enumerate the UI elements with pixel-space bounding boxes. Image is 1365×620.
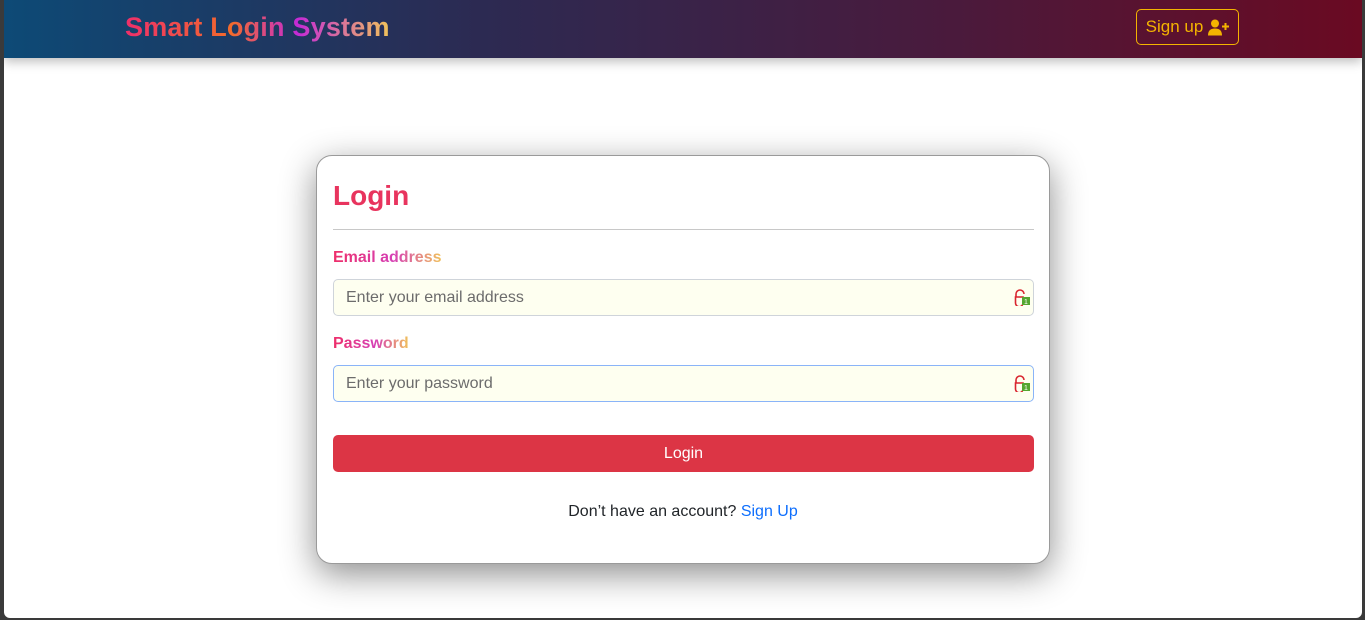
navbar: Smart Login System Sign up [4,0,1362,58]
divider [333,229,1034,230]
signup-button[interactable]: Sign up [1136,9,1239,45]
email-field[interactable] [333,279,1034,316]
signup-prompt-text: Don’t have an account? [568,503,737,520]
signup-button-label: Sign up [1145,17,1204,36]
password-manager-icon[interactable]: 1 [1013,374,1031,392]
brand-title[interactable]: Smart Login System [125,12,390,43]
svg-text:1: 1 [1024,385,1028,392]
login-button[interactable]: Login [333,435,1034,472]
svg-text:1: 1 [1024,299,1028,306]
email-field-wrapper: 1 [333,279,1034,316]
signup-prompt: Don’t have an account? Sign Up [317,503,1049,521]
email-label: Email address [333,249,442,266]
page: Smart Login System Sign up Login Email a… [4,0,1362,618]
card-title: Login [333,180,410,211]
password-field[interactable] [333,365,1034,402]
login-card: Login Email address 1 Password 1 Login [316,155,1050,564]
user-plus-icon [1208,19,1230,35]
signup-link[interactable]: Sign Up [741,503,798,520]
password-manager-icon[interactable]: 1 [1013,288,1031,306]
password-label: Password [333,335,409,352]
password-field-wrapper: 1 [333,365,1034,402]
